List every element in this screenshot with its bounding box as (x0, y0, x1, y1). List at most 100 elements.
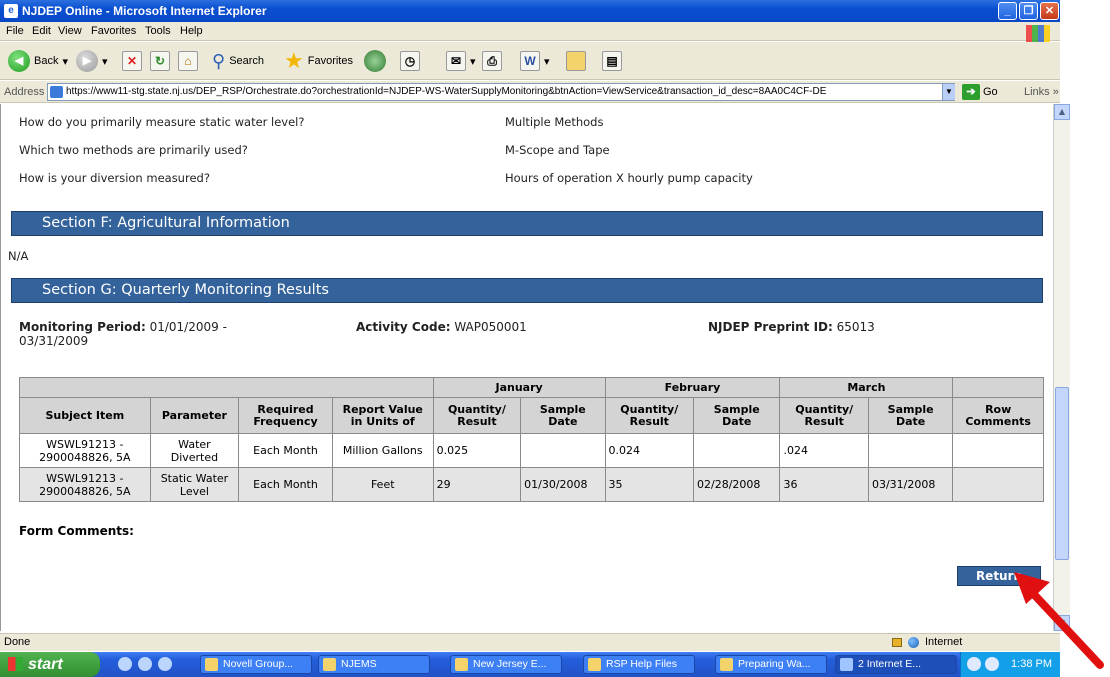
form-comments-label: Form Comments: (19, 524, 134, 538)
col-label: Date (896, 414, 926, 428)
print-button[interactable]: ⎙ (482, 48, 502, 74)
favorites-label: Favorites (307, 55, 353, 67)
task-njems[interactable]: NJEMS (318, 655, 430, 674)
printer-icon: ⎙ (482, 51, 502, 71)
menu-tools[interactable]: Tools (145, 25, 171, 37)
scroll-up-button[interactable]: ▲ (1054, 104, 1070, 120)
quicklaunch-icon[interactable] (138, 657, 152, 671)
cell-row-comments (952, 433, 1044, 468)
task-internet-explorer-group[interactable]: 2 Internet E... (835, 655, 957, 674)
star-icon: ★ (284, 48, 304, 73)
start-button[interactable]: start (0, 652, 100, 677)
research-icon: ▤ (602, 51, 622, 71)
windows-logo-icon (1026, 25, 1050, 42)
task-novell-groupwise[interactable]: Novell Group... (200, 655, 312, 674)
cell-subject-item: WSWL91213 -2900048826, 5A (19, 433, 151, 468)
preprint-id: NJDEP Preprint ID: 65013 (708, 320, 875, 334)
scroll-thumb[interactable] (1055, 387, 1069, 560)
zone-label: Internet (925, 636, 963, 648)
edit-button[interactable]: W ▾ (520, 48, 550, 74)
history-button[interactable]: ◷ (400, 48, 420, 74)
favorites-button[interactable]: ★ Favorites (284, 48, 353, 74)
cell-parameter: Static Water Level (149, 467, 240, 502)
home-button[interactable]: ⌂ (178, 48, 198, 74)
section-g-header: Section G: Quarterly Monitoring Results (11, 278, 1043, 303)
go-button[interactable]: ➔ Go (962, 84, 998, 100)
address-bar: Address https://www11-stg.state.nj.us/DE… (0, 81, 1060, 103)
cell-text: 2900048826, 5A (39, 484, 131, 498)
stop-icon: ✕ (122, 51, 142, 71)
col-label: in Units of (350, 414, 415, 428)
month-header-march: March (779, 377, 954, 398)
tray-icon[interactable] (967, 657, 981, 671)
back-button[interactable]: ◀ Back ▾ (8, 48, 68, 74)
forward-arrow-icon: ▶ (76, 50, 98, 72)
forward-button[interactable]: ▶ ▾ (76, 48, 108, 74)
cell-units: Million Gallons (331, 433, 434, 468)
cell-text: Water (178, 437, 211, 451)
novell-icon (205, 658, 218, 671)
folder-icon (588, 658, 601, 671)
cell-jan-quantity: 29 (432, 467, 522, 502)
month-header-february: February (604, 377, 781, 398)
media-button[interactable] (364, 48, 386, 74)
monitoring-results-table: January February March Subject Item Para… (19, 377, 1044, 502)
col-jan-quantity: Quantity/Result (432, 397, 522, 434)
network-icon[interactable] (985, 657, 999, 671)
cell-mar-quantity: .024 (779, 433, 869, 468)
discuss-button[interactable] (566, 48, 586, 74)
task-new-jersey[interactable]: New Jersey E... (450, 655, 562, 674)
refresh-button[interactable]: ↻ (150, 48, 170, 74)
task-rsp-help-files[interactable]: RSP Help Files (583, 655, 695, 674)
njems-icon (323, 658, 336, 671)
mail-button[interactable]: ✉ ▾ (446, 48, 476, 74)
address-input[interactable]: https://www11-stg.state.nj.us/DEP_RSP/Or… (47, 83, 955, 101)
cell-subject-item: WSWL91213 -2900048826, 5A (19, 467, 151, 502)
col-mar-quantity: Quantity/Result (779, 397, 869, 434)
question-diversion: How is your diversion measured? (19, 171, 210, 185)
ie-icon (840, 658, 853, 671)
menu-help[interactable]: Help (180, 25, 203, 37)
go-label: Go (983, 86, 998, 98)
cell-text: WSWL91213 - (46, 437, 124, 451)
close-button[interactable]: ✕ (1040, 2, 1059, 20)
ie-quicklaunch-icon[interactable] (118, 657, 132, 671)
stop-button[interactable]: ✕ (122, 48, 142, 74)
search-button[interactable]: ⚲ Search (212, 48, 264, 74)
media-icon (364, 50, 386, 72)
page-content: How do you primarily measure static wate… (0, 104, 1060, 631)
minimize-button[interactable]: _ (998, 2, 1017, 20)
monitoring-period-label: Monitoring Period: (19, 320, 146, 334)
question-static-level: How do you primarily measure static wate… (19, 115, 305, 129)
chevron-down-icon: ▾ (102, 55, 108, 68)
task-preparing[interactable]: Preparing Wa... (715, 655, 827, 674)
col-label: Result (457, 414, 497, 428)
task-label: NJEMS (341, 658, 377, 670)
col-report-units: Report Value in Units of (331, 397, 434, 434)
page-icon (50, 86, 63, 98)
vertical-scrollbar[interactable]: ▲ ▼ (1053, 104, 1070, 631)
links-button[interactable]: Links » (1024, 86, 1059, 98)
chevron-down-icon: ▾ (470, 55, 476, 68)
research-button[interactable]: ▤ (602, 48, 622, 74)
col-feb-sample-date: Sample Date (693, 397, 781, 434)
menu-file[interactable]: File (6, 25, 24, 37)
col-label: Frequency (253, 414, 318, 428)
address-dropdown-button[interactable]: ▼ (942, 84, 955, 100)
cell-feb-quantity: 35 (604, 467, 695, 502)
menu-edit[interactable]: Edit (32, 25, 51, 37)
quicklaunch-icon[interactable] (158, 657, 172, 671)
col-label: Result (804, 414, 844, 428)
cell-mar-date (867, 433, 954, 468)
col-jan-sample-date: Sample Date (520, 397, 606, 434)
task-label: Novell Group... (223, 658, 294, 670)
maximize-button[interactable]: ❐ (1019, 2, 1038, 20)
chevron-down-icon: ▾ (62, 55, 68, 68)
menu-favorites[interactable]: Favorites (91, 25, 136, 37)
section-f-header: Section F: Agricultural Information (11, 211, 1043, 236)
menu-view[interactable]: View (58, 25, 82, 37)
cell-text: Level (179, 484, 209, 498)
cell-feb-quantity: 0.024 (604, 433, 695, 468)
month-header-january: January (432, 377, 606, 398)
windows-flag-icon (8, 657, 23, 671)
